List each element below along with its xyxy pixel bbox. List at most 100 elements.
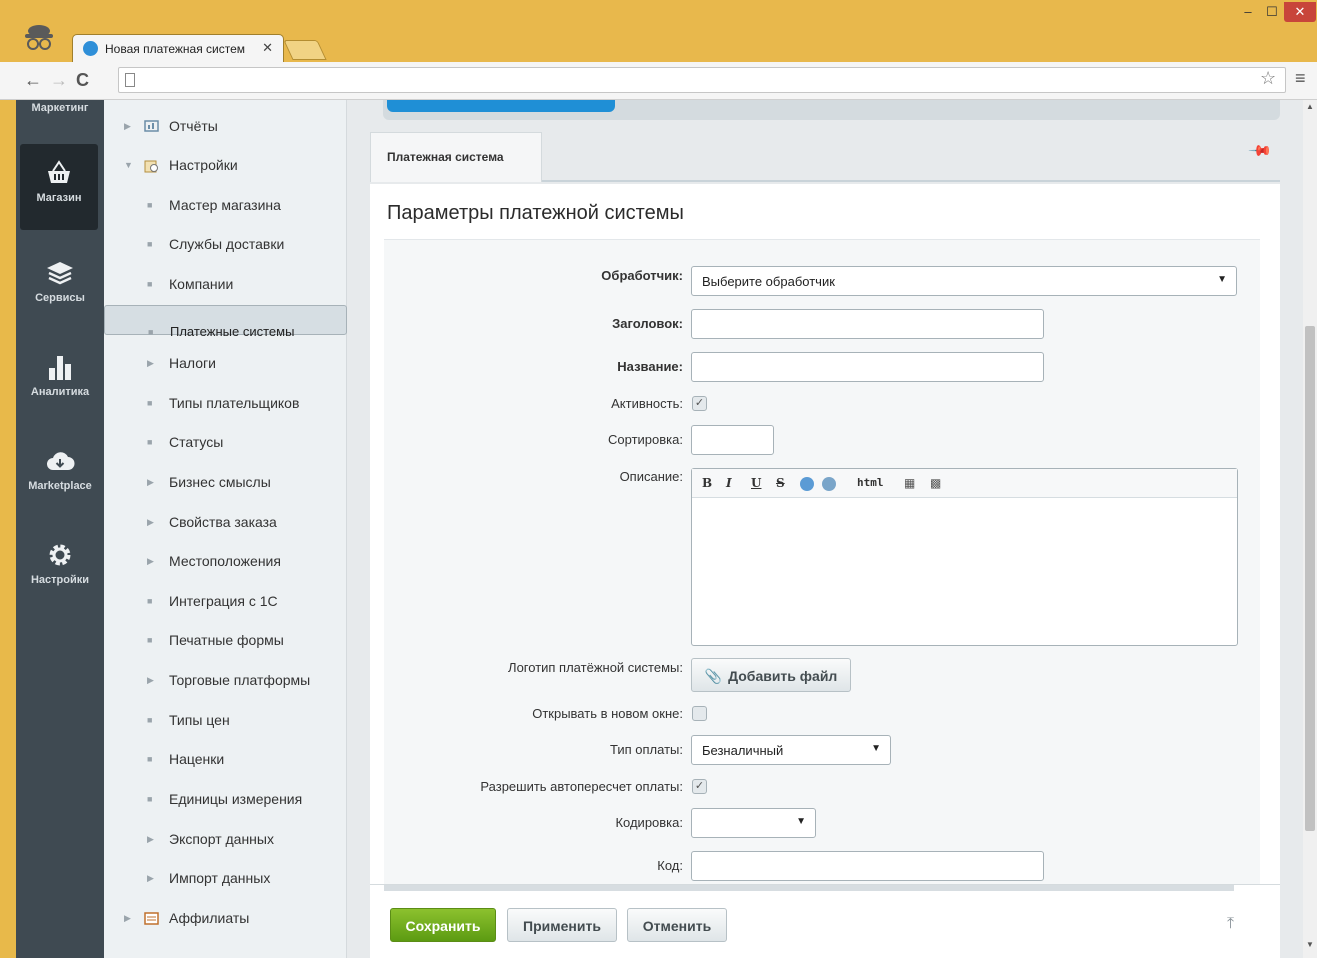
menu-item-order-props[interactable]: ▶ Свойства заказа [104,503,347,541]
back-button[interactable]: ← [24,70,42,91]
menu-item-payer-types[interactable]: ■ Типы плательщиков [104,384,347,422]
scroll-down-icon[interactable]: ▼ [1306,940,1314,949]
menu-item-data-import[interactable]: ▶ Импорт данных [104,859,347,897]
handler-select[interactable]: Выберите обработчик ▼ [691,266,1237,296]
pin-icon[interactable]: 📌 [1248,138,1274,164]
menu-item-1c-integration[interactable]: ■ Интеграция с 1С [104,582,347,620]
menu-item-shop-wizard[interactable]: ■ Мастер магазина [104,186,347,224]
menu-item-label: Наценки [169,751,225,767]
sidebar-item-marketplace[interactable]: Marketplace [16,446,104,492]
logo-label: Логотип платёжной системы: [508,660,683,675]
sidebar-item-settings[interactable]: Настройки [16,540,104,586]
affiliates-icon [144,912,159,925]
menu-item-business-meanings[interactable]: ▶ Бизнес смыслы [104,463,347,501]
font-color-icon[interactable]: ▩ [930,476,941,490]
code-input[interactable] [691,851,1044,881]
main-content: Платежная система 📌 Параметры платежной … [347,100,1303,958]
window-close-button[interactable]: ✕ [1284,2,1316,22]
scrollbar-thumb[interactable] [1305,326,1315,831]
expand-arrow-icon[interactable]: ▶ [147,344,154,382]
sidebar-item-marketing[interactable]: Маркетинг [16,102,104,114]
expand-arrow-icon[interactable]: ▶ [147,859,154,897]
paperclip-icon: 📎 [704,668,723,684]
new-window-checkbox[interactable] [692,706,707,721]
bold-button[interactable]: B [702,476,712,490]
expand-arrow-icon[interactable]: ▶ [124,899,131,937]
tab-title: Новая платежная систем [105,42,245,56]
expand-arrow-icon[interactable]: ▶ [147,463,154,501]
menu-item-print-forms[interactable]: ■ Печатные формы [104,621,347,659]
menu-item-label: Настройки [169,157,238,173]
apply-button[interactable]: Применить [507,908,617,942]
tab-close-icon[interactable]: ✕ [262,40,273,56]
bookmark-star-icon[interactable]: ☆ [1260,68,1276,89]
encoding-label: Кодировка: [615,815,683,830]
description-label: Описание: [619,469,683,484]
tab-payment-system[interactable]: Платежная система [370,132,542,182]
collapse-arrow-icon[interactable]: ▼ [124,146,133,184]
window-maximize-button[interactable]: ☐ [1261,2,1283,22]
expand-arrow-icon[interactable]: ▶ [147,542,154,580]
unlink-icon[interactable] [822,477,836,491]
menu-item-companies[interactable]: ■ Компании [104,265,347,303]
menu-item-taxes[interactable]: ▶ Налоги [104,344,347,382]
browser-menu-icon[interactable]: ≡ [1295,68,1306,89]
link-icon[interactable] [800,477,814,491]
sidebar-item-analytics[interactable]: Аналитика [16,352,104,398]
footer-pin-icon[interactable]: ⤒ [1227,915,1234,933]
sidebar-item-label: Сервисы [35,292,85,304]
encoding-select[interactable]: ▼ [691,808,816,838]
menu-item-units[interactable]: ■ Единицы измерения [104,780,347,818]
italic-button[interactable]: I [726,476,732,490]
page-scrollbar[interactable]: ▲ ▼ [1303,100,1317,958]
strike-button[interactable]: S [776,476,785,490]
description-editor[interactable]: B I U S html ▦ ▩ [691,468,1238,646]
auto-recalc-checkbox[interactable]: ✓ [692,779,707,794]
menu-item-settings[interactable]: ▼ Настройки [104,146,347,184]
admin-sidebar: Маркетинг Магазин Сервисы Аналитика Mark… [16,100,104,958]
add-file-button[interactable]: 📎 Добавить файл [691,658,851,692]
paste-icon[interactable]: ▦ [904,476,915,490]
html-button[interactable]: html [857,476,884,489]
save-button[interactable]: Сохранить [390,908,496,942]
layers-icon [47,262,73,285]
expand-arrow-icon[interactable]: ▶ [147,820,154,858]
sidebar-item-services[interactable]: Сервисы [16,258,104,304]
menu-item-statuses[interactable]: ■ Статусы [104,423,347,461]
menu-item-locations[interactable]: ▶ Местоположения [104,542,347,580]
menu-item-reports[interactable]: ▶ Отчёты [104,107,347,145]
menu-item-payment-systems[interactable]: ■ Платежные системы [104,305,347,339]
menu-item-label: Отчёты [169,118,218,134]
menu-item-delivery[interactable]: ■ Службы доставки [104,225,347,263]
menu-item-trade-platforms[interactable]: ▶ Торговые платформы [104,661,347,699]
expand-arrow-icon[interactable]: ▶ [147,503,154,541]
expand-arrow-icon[interactable]: ▶ [124,107,131,145]
expand-arrow-icon[interactable]: ▶ [147,661,154,699]
underline-button[interactable]: U [751,476,761,490]
bullet-icon: ■ [147,715,153,725]
sidebar-item-shop[interactable]: Магазин [20,144,98,230]
menu-item-label: Налоги [169,355,216,371]
sort-input[interactable] [691,425,774,455]
new-tab-button[interactable] [283,40,327,60]
menu-item-label: Импорт данных [169,870,271,886]
window-minimize-button[interactable]: – [1237,2,1259,22]
menu-item-markups[interactable]: ■ Наценки [104,740,347,778]
forward-button[interactable]: → [50,70,68,91]
reload-button[interactable]: C [76,70,89,91]
pay-type-select[interactable]: Безналичный ▼ [691,735,891,765]
name-input[interactable] [691,352,1044,382]
menu-item-label: Типы цен [169,712,230,728]
active-checkbox[interactable]: ✓ [692,396,707,411]
menu-item-price-types[interactable]: ■ Типы цен [104,701,347,739]
browser-tab[interactable]: Новая платежная систем ✕ [72,34,284,62]
menu-item-affiliates[interactable]: ▶ Аффилиаты [104,899,347,937]
add-file-label: Добавить файл [728,668,838,684]
address-bar[interactable] [118,67,1286,93]
scroll-up-icon[interactable]: ▲ [1306,102,1314,111]
menu-item-label: Экспорт данных [169,831,274,847]
menu-item-data-export[interactable]: ▶ Экспорт данных [104,820,347,858]
cancel-button[interactable]: Отменить [627,908,727,942]
basket-icon [48,160,70,183]
title-input[interactable] [691,309,1044,339]
